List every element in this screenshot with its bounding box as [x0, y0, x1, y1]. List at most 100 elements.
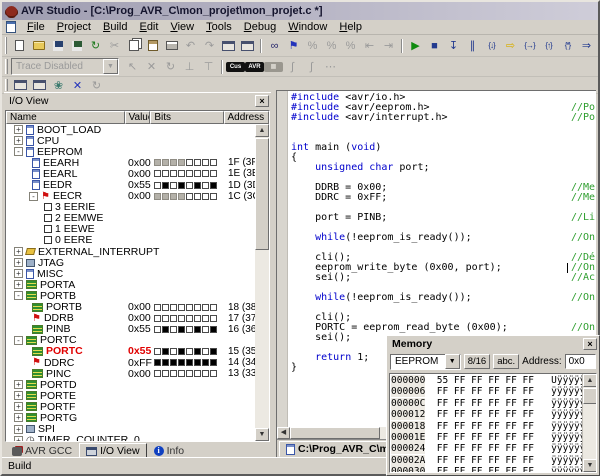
- bit-checkbox[interactable]: [44, 203, 52, 211]
- bit-box[interactable]: [178, 159, 185, 166]
- io-row-3-eerie[interactable]: 3 EERIE: [6, 202, 255, 213]
- open-io-layout-button[interactable]: [11, 77, 30, 94]
- outdent-button[interactable]: ⇤: [360, 37, 379, 54]
- bit-box[interactable]: [162, 182, 169, 189]
- bit-box[interactable]: [170, 370, 177, 377]
- run-button[interactable]: ▶: [406, 37, 425, 54]
- undo-button[interactable]: ↶: [181, 37, 200, 54]
- scrollbar-thumb[interactable]: [255, 138, 269, 250]
- workspace-window-button[interactable]: [238, 37, 257, 54]
- bit-box[interactable]: [194, 326, 201, 333]
- bit-box[interactable]: [154, 359, 161, 366]
- print-button[interactable]: [162, 37, 181, 54]
- io-row-eeprom[interactable]: -EEPROM: [6, 146, 255, 157]
- bit-box[interactable]: [162, 359, 169, 366]
- toolbar-grip[interactable]: [5, 59, 8, 74]
- bit-box[interactable]: [210, 159, 217, 166]
- bit-box[interactable]: [210, 370, 217, 377]
- reset-button[interactable]: ↧: [444, 37, 463, 54]
- toolbar-grip[interactable]: [5, 79, 8, 92]
- io-row-portg[interactable]: +PORTG: [6, 412, 255, 423]
- wire-down-button[interactable]: ∫: [302, 58, 321, 75]
- toolbar-grip[interactable]: [5, 37, 7, 54]
- bit-box[interactable]: [202, 170, 209, 177]
- expand-icon[interactable]: +: [14, 258, 23, 267]
- bit-box[interactable]: [178, 193, 185, 200]
- save-file-button[interactable]: [48, 37, 67, 54]
- bit-box[interactable]: [170, 304, 177, 311]
- redo-button[interactable]: ↷: [200, 37, 219, 54]
- paste-button[interactable]: [143, 37, 162, 54]
- menu-window[interactable]: Window: [282, 20, 333, 34]
- bit-box[interactable]: [194, 182, 201, 189]
- menu-view[interactable]: View: [164, 20, 200, 34]
- bit-box[interactable]: [202, 315, 209, 322]
- bit-box[interactable]: [202, 359, 209, 366]
- refresh-button[interactable]: ↻: [86, 37, 105, 54]
- bit-box[interactable]: [170, 193, 177, 200]
- document-system-icon[interactable]: [6, 21, 16, 33]
- bit-box[interactable]: [162, 315, 169, 322]
- clear-bookmarks-button[interactable]: %: [341, 37, 360, 54]
- bit-box[interactable]: [178, 326, 185, 333]
- bit-box[interactable]: [210, 304, 217, 311]
- bit-box[interactable]: [210, 326, 217, 333]
- collapse-icon[interactable]: -: [29, 192, 38, 201]
- menu-build[interactable]: Build: [97, 20, 133, 34]
- bit-box[interactable]: [186, 304, 193, 311]
- bit-box[interactable]: [186, 193, 193, 200]
- trace-stop-button[interactable]: ⊤: [199, 58, 218, 75]
- bit-box[interactable]: [202, 193, 209, 200]
- find-button[interactable]: ∞: [265, 37, 284, 54]
- bit-box[interactable]: [202, 182, 209, 189]
- column-header-address[interactable]: Address: [224, 111, 270, 124]
- bit-box[interactable]: [186, 159, 193, 166]
- io-row-0-eere[interactable]: 0 EERE: [6, 235, 255, 246]
- bit-box[interactable]: [162, 348, 169, 355]
- trace-select[interactable]: Trace Disabled ▼: [11, 58, 119, 75]
- part-button[interactable]: ▦: [264, 58, 283, 75]
- disabled-trace-button[interactable]: ⋯: [321, 58, 340, 75]
- bit-box[interactable]: [154, 370, 161, 377]
- io-row-portd[interactable]: +PORTD: [6, 379, 255, 390]
- bit-box[interactable]: [210, 193, 217, 200]
- column-header-value[interactable]: Value: [125, 111, 151, 124]
- io-row-portb[interactable]: PORTB0x0018 (38): [6, 302, 255, 313]
- scrollbar-thumb[interactable]: [583, 388, 597, 404]
- io-row-2-eemwe[interactable]: 2 EEMWE: [6, 213, 255, 224]
- menu-tools[interactable]: Tools: [200, 20, 238, 34]
- bit-box[interactable]: [186, 370, 193, 377]
- io-row-porte[interactable]: +PORTE: [6, 390, 255, 401]
- bit-box[interactable]: [154, 159, 161, 166]
- bit-box[interactable]: [202, 370, 209, 377]
- expand-icon[interactable]: +: [14, 280, 23, 289]
- bit-box[interactable]: [154, 348, 161, 355]
- io-row-pinb[interactable]: PINB0x5516 (36): [6, 324, 255, 335]
- open-file-button[interactable]: [29, 37, 48, 54]
- copy-button[interactable]: [124, 37, 143, 54]
- expand-icon[interactable]: +: [14, 269, 23, 278]
- find-prev-button[interactable]: %: [322, 37, 341, 54]
- bit-box[interactable]: [178, 170, 185, 177]
- autostep-button[interactable]: {*}: [558, 37, 577, 54]
- io-row-portf[interactable]: +PORTF: [6, 401, 255, 412]
- bit-box[interactable]: [194, 359, 201, 366]
- bit-box[interactable]: [178, 182, 185, 189]
- address-input[interactable]: 0x0: [565, 354, 596, 369]
- io-row-spi[interactable]: +SPI: [6, 424, 255, 435]
- bit-checkbox[interactable]: [44, 214, 52, 222]
- expand-icon[interactable]: +: [14, 391, 23, 400]
- bit-box[interactable]: [154, 170, 161, 177]
- expand-icon[interactable]: +: [14, 125, 23, 134]
- bit-box[interactable]: [170, 170, 177, 177]
- memory-scrollbar[interactable]: ▲ ▼: [582, 374, 596, 472]
- find-next-button[interactable]: %: [303, 37, 322, 54]
- expand-icon[interactable]: +: [14, 425, 23, 434]
- io-row-portc[interactable]: -PORTC: [6, 335, 255, 346]
- io-register-tree[interactable]: +BOOT_LOAD+CPU-EEPROMEEARH0x001F (3F)EEA…: [6, 124, 255, 441]
- io-row-porta[interactable]: +PORTA: [6, 279, 255, 290]
- bit-box[interactable]: [194, 159, 201, 166]
- bit-box[interactable]: [154, 326, 161, 333]
- io-row-eedr[interactable]: EEDR0x551D (3D): [6, 179, 255, 190]
- bit-box[interactable]: [194, 304, 201, 311]
